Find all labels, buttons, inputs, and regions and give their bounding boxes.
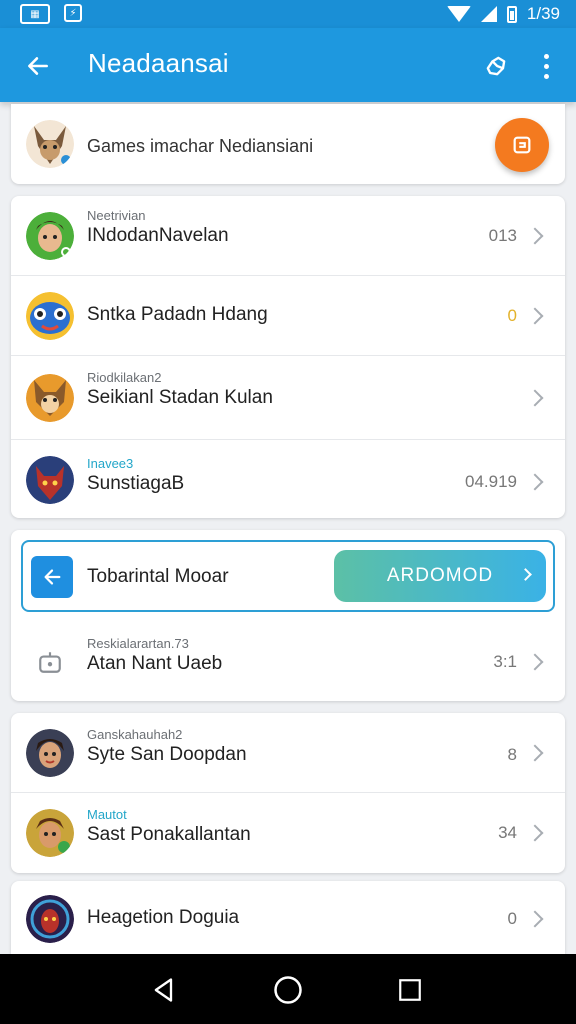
item-value: 8: [507, 745, 517, 764]
share-button[interactable]: [476, 46, 516, 86]
header-title: Games imachar Nediansiani: [87, 136, 314, 156]
status-bar: ▦ ⚡ 1/39: [0, 0, 576, 28]
games-header-card: Games imachar Nediansiani: [11, 104, 565, 184]
list-item[interactable]: Reskialarartan.73 Atan Nant Uaeb 3:1: [11, 622, 565, 700]
featured-title: Tobarintal Mooar: [87, 566, 229, 587]
chevron-right-icon: [526, 227, 544, 245]
item-title: Atan Nant Uaeb: [87, 653, 223, 674]
list-item[interactable]: Sntka Padadn Hdang 0: [11, 276, 565, 356]
status-time: 1/39: [526, 4, 560, 23]
characters-list-card: Ganskahauhah2 Syte San Doopdan 8 Mautot …: [11, 713, 565, 873]
more-dot-icon: [543, 63, 549, 69]
circle-home-icon: [274, 976, 302, 1004]
chevron-right-icon: [526, 389, 544, 407]
chevron-right-icon: [526, 824, 544, 842]
featured-card: Tobarintal Mooar ARDOMOD Reskialarartan.…: [11, 530, 565, 701]
item-title: SunstiagaB: [87, 473, 185, 494]
games-list-card: Neetrivian INdodanNavelan 013 Sntka Pada…: [11, 196, 565, 518]
item-subtitle: Neetrivian: [87, 208, 146, 223]
back-button[interactable]: [18, 46, 58, 86]
list-item[interactable]: Mautot Sast Ponakallantan 34: [11, 793, 565, 873]
nav-back-button[interactable]: [146, 972, 182, 1008]
featured-action-label: ARDOMOD: [386, 565, 494, 586]
item-value: 34: [498, 823, 517, 842]
item-title: Sntka Padadn Hdang: [87, 304, 268, 325]
triangle-back-icon: [154, 978, 173, 1002]
item-value: 3:1: [493, 652, 517, 671]
app-notification-icon: ⚡: [64, 4, 82, 22]
back-arrow-icon[interactable]: [31, 556, 73, 598]
item-title: INdodanNavelan: [87, 225, 229, 246]
nav-recents-button[interactable]: [392, 972, 428, 1008]
app-launch-icon: [513, 136, 531, 154]
item-subtitle: Reskialarartan.73: [87, 636, 189, 651]
item-value: 0: [507, 306, 517, 325]
list-item[interactable]: Riodkilakan2 Seikianl Stadan Kulan: [11, 356, 565, 440]
item-value: 0: [507, 909, 517, 928]
list-item[interactable]: Neetrivian INdodanNavelan 013: [11, 196, 565, 276]
mage-character-avatar: [26, 895, 74, 943]
featured-action-button[interactable]: ARDOMOD: [334, 550, 546, 602]
item-subtitle: Mautot: [87, 807, 127, 822]
chevron-right-icon: [526, 653, 544, 671]
more-list-card: Heagetion Doguia 0: [11, 881, 565, 954]
chevron-right-icon: [526, 473, 544, 491]
list-item[interactable]: Heagetion Doguia 0: [11, 881, 565, 954]
demon-avatar: [26, 456, 74, 504]
item-value: 013: [488, 226, 517, 245]
chevron-right-icon: [519, 568, 532, 581]
fox-warrior-avatar: [26, 120, 74, 168]
boy-character-avatar: [26, 212, 74, 260]
more-options-button[interactable]: [528, 46, 564, 86]
featured-row[interactable]: Tobarintal Mooar ARDOMOD: [21, 540, 555, 612]
item-title: Sast Ponakallantan: [87, 824, 251, 845]
chevron-right-icon: [526, 307, 544, 325]
item-title: Seikianl Stadan Kulan: [87, 387, 273, 408]
chevron-right-icon: [526, 910, 544, 928]
arrow-left-icon: [28, 57, 48, 75]
signal-icon: [480, 6, 497, 22]
list-item[interactable]: Ganskahauhah2 Syte San Doopdan 8: [11, 713, 565, 793]
item-subtitle: Riodkilakan2: [87, 370, 162, 385]
system-nav-bar: [0, 954, 576, 1024]
more-dot-icon: [543, 53, 549, 59]
gallery-notification-icon: ▦: [20, 4, 50, 24]
share-icon: [486, 56, 506, 76]
wifi-icon: [446, 6, 471, 22]
fox-avatar: [26, 374, 74, 422]
more-dot-icon: [543, 73, 549, 79]
battery-icon: [506, 5, 517, 23]
device-icon: [26, 638, 74, 686]
item-value: 04.919: [465, 472, 517, 491]
chevron-right-icon: [526, 744, 544, 762]
nav-home-button[interactable]: [270, 972, 306, 1008]
app-bar: Neadaansai: [0, 28, 576, 102]
open-app-button[interactable]: [495, 118, 549, 172]
page-title: Neadaansai: [88, 48, 229, 78]
woman-character-avatar: [26, 729, 74, 777]
item-title: Syte San Doopdan: [87, 744, 247, 765]
list-item[interactable]: Inavee3 SunstiagaB 04.919: [11, 440, 565, 518]
warrior-character-avatar: [26, 809, 74, 857]
item-subtitle: Inavee3: [87, 456, 134, 471]
item-title: Heagetion Doguia: [87, 907, 240, 928]
item-subtitle: Ganskahauhah2: [87, 727, 183, 742]
blue-creature-avatar: [26, 292, 74, 340]
square-recents-icon: [399, 979, 421, 1001]
